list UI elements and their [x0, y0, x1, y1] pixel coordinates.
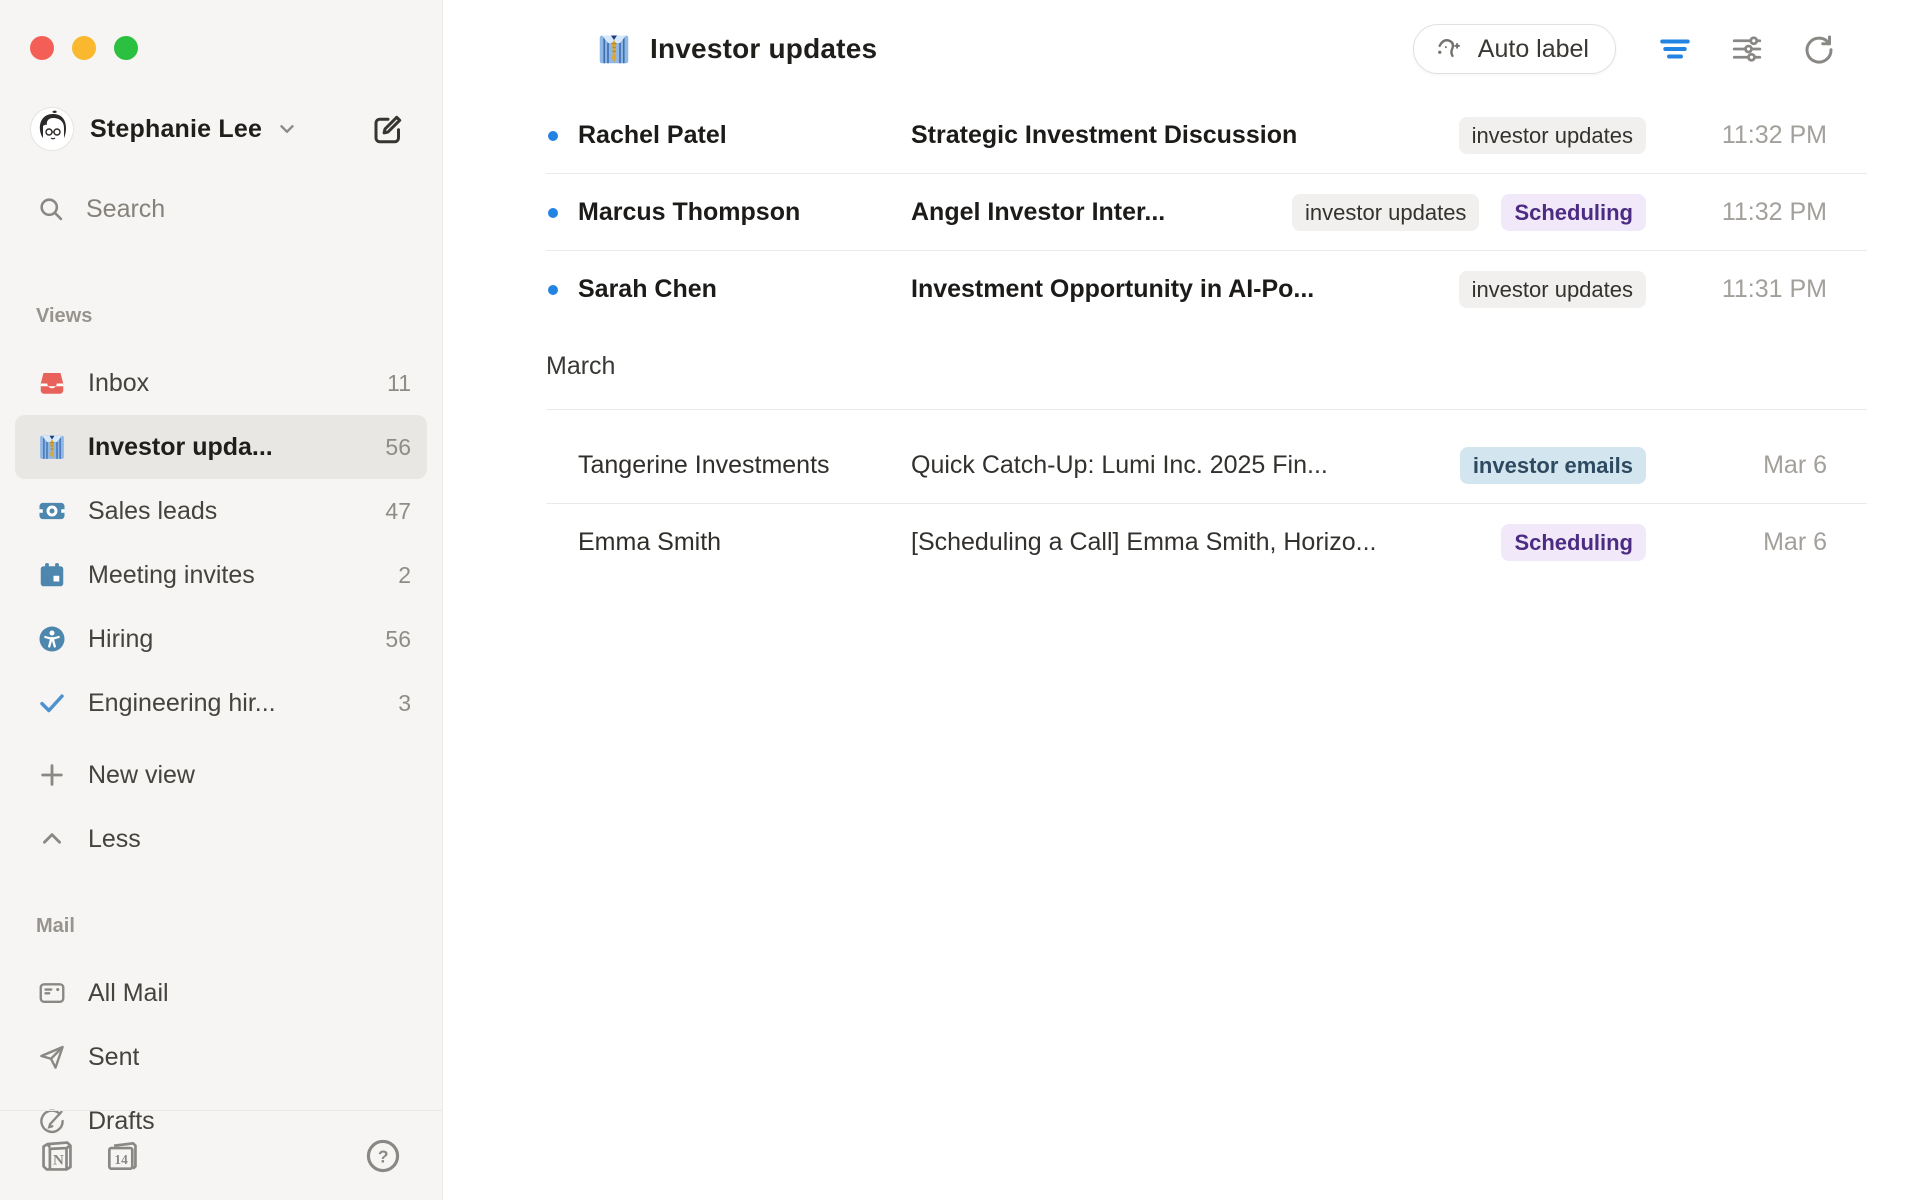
- close-window-button[interactable]: [30, 36, 54, 60]
- sidebar-item-sent[interactable]: Sent: [15, 1025, 427, 1089]
- date-group-label: March: [546, 352, 615, 381]
- header-controls: Auto label: [1413, 24, 1840, 74]
- auto-label-wand-icon: [1434, 34, 1464, 64]
- auto-label-button[interactable]: Auto label: [1413, 24, 1616, 74]
- views-list: Inbox 11 Investor upda... 56: [0, 351, 442, 871]
- unread-count: 11: [387, 370, 411, 397]
- label-tag[interactable]: investor updates: [1292, 194, 1479, 231]
- email-sender: Tangerine Investments: [578, 451, 911, 480]
- mail-section-label: Mail: [0, 915, 442, 943]
- minimize-window-button[interactable]: [72, 36, 96, 60]
- avatar: [30, 107, 74, 151]
- svg-text:14: 14: [114, 1152, 128, 1167]
- unread-count: 56: [385, 626, 411, 653]
- window-controls: [0, 0, 442, 60]
- email-date: Mar 6: [1687, 451, 1867, 480]
- display-settings-button[interactable]: [1726, 28, 1768, 70]
- email-subject: [Scheduling a Call] Emma Smith, Horizo..…: [911, 528, 1501, 557]
- all-mail-icon: [37, 978, 67, 1008]
- email-sender: Emma Smith: [578, 528, 911, 557]
- refresh-button[interactable]: [1798, 28, 1840, 70]
- search-label: Search: [86, 195, 165, 224]
- sidebar-item-engineering-hiring[interactable]: Engineering hir... 3: [15, 671, 427, 735]
- sidebar-item-sales-leads[interactable]: Sales leads 47: [15, 479, 427, 543]
- filter-button[interactable]: [1654, 28, 1696, 70]
- sidebar-item-all-mail[interactable]: All Mail: [15, 961, 427, 1025]
- less-button[interactable]: Less: [15, 807, 427, 871]
- sidebar-item-inbox[interactable]: Inbox 11: [15, 351, 427, 415]
- inbox-tray-icon: [37, 368, 67, 398]
- email-row[interactable]: Emma Smith [Scheduling a Call] Emma Smit…: [443, 504, 1920, 581]
- calendar-icon: [37, 560, 67, 590]
- email-list: Rachel Patel Strategic Investment Discus…: [443, 97, 1920, 581]
- view-header: Investor updates Auto label: [443, 0, 1920, 74]
- unread-dot: [548, 131, 558, 141]
- sliders-icon: [1729, 31, 1765, 67]
- email-time: 11:31 PM: [1687, 275, 1867, 304]
- new-view-button[interactable]: New view: [15, 743, 427, 807]
- necktie-icon: [596, 31, 632, 67]
- sidebar-item-hiring[interactable]: Hiring 56: [15, 607, 427, 671]
- unread-count: 2: [398, 562, 411, 589]
- main-content: Investor updates Auto label: [443, 0, 1920, 1200]
- search-button[interactable]: Search: [37, 185, 412, 233]
- email-row[interactable]: Tangerine Investments Quick Catch-Up: Lu…: [443, 427, 1920, 504]
- label-tag[interactable]: Scheduling: [1501, 194, 1646, 231]
- sidebar-item-meeting-invites[interactable]: Meeting invites 2: [15, 543, 427, 607]
- email-row[interactable]: Marcus Thompson Angel Investor Inter... …: [443, 174, 1920, 251]
- filter-icon: [1657, 31, 1693, 67]
- notion-calendar-icon[interactable]: 14: [103, 1137, 141, 1175]
- sidebar-footer: N 14 ?: [0, 1110, 442, 1200]
- email-time: 11:32 PM: [1687, 121, 1867, 150]
- unread-dot: [548, 208, 558, 218]
- email-sender: Sarah Chen: [578, 275, 911, 304]
- account-switcher[interactable]: Stephanie Lee: [30, 105, 408, 153]
- necktie-icon: [37, 432, 67, 462]
- label-tag[interactable]: Scheduling: [1501, 524, 1646, 561]
- sidebar-item-investor-updates[interactable]: Investor upda... 56: [15, 415, 427, 479]
- email-time: 11:32 PM: [1687, 198, 1867, 227]
- unread-count: 3: [398, 690, 411, 717]
- unread-count: 56: [385, 434, 411, 461]
- email-sender: Rachel Patel: [578, 121, 911, 150]
- compose-button[interactable]: [368, 109, 408, 149]
- email-sender: Marcus Thompson: [578, 198, 911, 227]
- banknote-icon: [37, 496, 67, 526]
- email-subject: Angel Investor Inter...: [911, 198, 1292, 227]
- person-circle-icon: [37, 624, 67, 654]
- label-tag[interactable]: investor emails: [1460, 447, 1646, 484]
- unread-dot: [548, 285, 558, 295]
- svg-text:?: ?: [378, 1146, 389, 1166]
- send-plane-icon: [37, 1042, 67, 1072]
- label-tag[interactable]: investor updates: [1459, 117, 1646, 154]
- zoom-window-button[interactable]: [114, 36, 138, 60]
- email-date: Mar 6: [1687, 528, 1867, 557]
- email-row[interactable]: Sarah Chen Investment Opportunity in AI-…: [443, 251, 1920, 328]
- svg-text:N: N: [53, 1152, 64, 1168]
- checkmark-icon: [37, 688, 67, 718]
- profile-name: Stephanie Lee: [90, 115, 262, 144]
- chevron-up-icon: [37, 824, 67, 854]
- email-subject: Investment Opportunity in AI-Po...: [911, 275, 1459, 304]
- page-title: Investor updates: [650, 33, 877, 65]
- plus-icon: [37, 760, 67, 790]
- unread-count: 47: [385, 498, 411, 525]
- email-subject: Quick Catch-Up: Lumi Inc. 2025 Fin...: [911, 451, 1460, 480]
- date-group-header: March: [443, 352, 1920, 396]
- email-subject: Strategic Investment Discussion: [911, 121, 1459, 150]
- refresh-icon: [1801, 31, 1837, 67]
- label-tag[interactable]: investor updates: [1459, 271, 1646, 308]
- views-section-label: Views: [0, 305, 442, 333]
- email-row[interactable]: Rachel Patel Strategic Investment Discus…: [443, 97, 1920, 174]
- chevron-down-icon: [276, 118, 298, 140]
- search-icon: [37, 195, 65, 223]
- sidebar: Stephanie Lee Search Views Inb: [0, 0, 443, 1200]
- help-icon[interactable]: ?: [364, 1137, 402, 1175]
- notion-logo-icon[interactable]: N: [38, 1137, 76, 1175]
